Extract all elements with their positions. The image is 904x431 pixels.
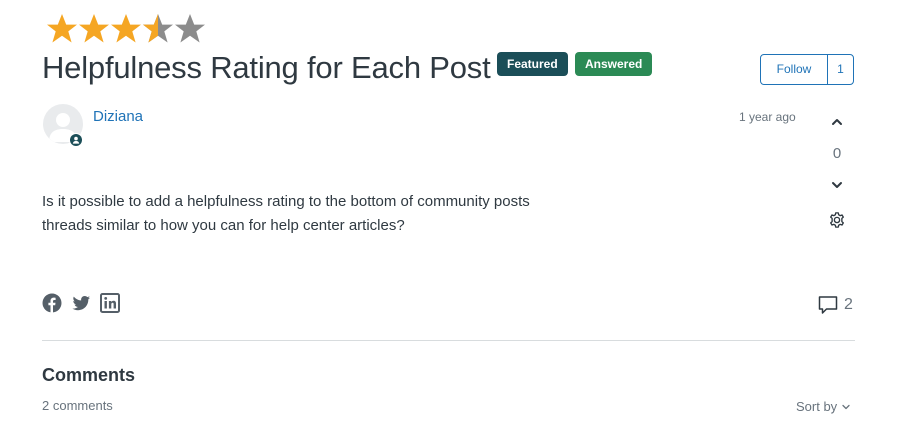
- post-body: Is it possible to add a helpfulness rati…: [42, 190, 602, 238]
- divider: [42, 340, 855, 341]
- linkedin-icon[interactable]: [100, 293, 120, 313]
- facebook-icon[interactable]: [42, 293, 62, 313]
- answered-badge: Answered: [575, 52, 653, 76]
- comment-count: 2: [844, 296, 853, 313]
- post-body-line: Is it possible to add a helpfulness rati…: [42, 193, 530, 210]
- chevron-down-icon[interactable]: [842, 403, 850, 411]
- vote-up-icon[interactable]: [829, 114, 845, 130]
- vote-down-icon[interactable]: [829, 177, 845, 193]
- star-icon[interactable]: [174, 12, 206, 48]
- comments-count-label: 2 comments: [42, 398, 113, 413]
- follower-count[interactable]: 1: [828, 55, 853, 84]
- comment-icon: [818, 296, 838, 314]
- half-star-icon[interactable]: [142, 12, 174, 48]
- twitter-icon[interactable]: [71, 293, 91, 313]
- vote-count: 0: [832, 145, 842, 162]
- gear-icon[interactable]: [828, 211, 846, 229]
- page-title: Helpfulness Rating for Each Post: [42, 50, 491, 85]
- star-icon[interactable]: [110, 12, 142, 48]
- user-role-badge: [69, 133, 83, 147]
- follow-label[interactable]: Follow: [761, 55, 828, 84]
- rating-stars[interactable]: [46, 12, 206, 50]
- star-icon[interactable]: [78, 12, 110, 48]
- featured-badge: Featured: [497, 52, 568, 76]
- follow-button[interactable]: Follow 1: [760, 54, 854, 85]
- star-icon[interactable]: [46, 12, 78, 48]
- sort-label[interactable]: Sort by: [796, 399, 837, 414]
- comments-heading: Comments: [42, 365, 136, 385]
- user-badge-icon: [70, 134, 82, 146]
- post-page: Helpfulness Rating for Each Post Feature…: [0, 0, 904, 431]
- post-body-line: threads similar to how you can for help …: [42, 217, 405, 234]
- author-name-link[interactable]: Diziana: [93, 108, 143, 125]
- post-timestamp: 1 year ago: [739, 110, 796, 124]
- sort-dropdown[interactable]: Sort by: [796, 399, 850, 414]
